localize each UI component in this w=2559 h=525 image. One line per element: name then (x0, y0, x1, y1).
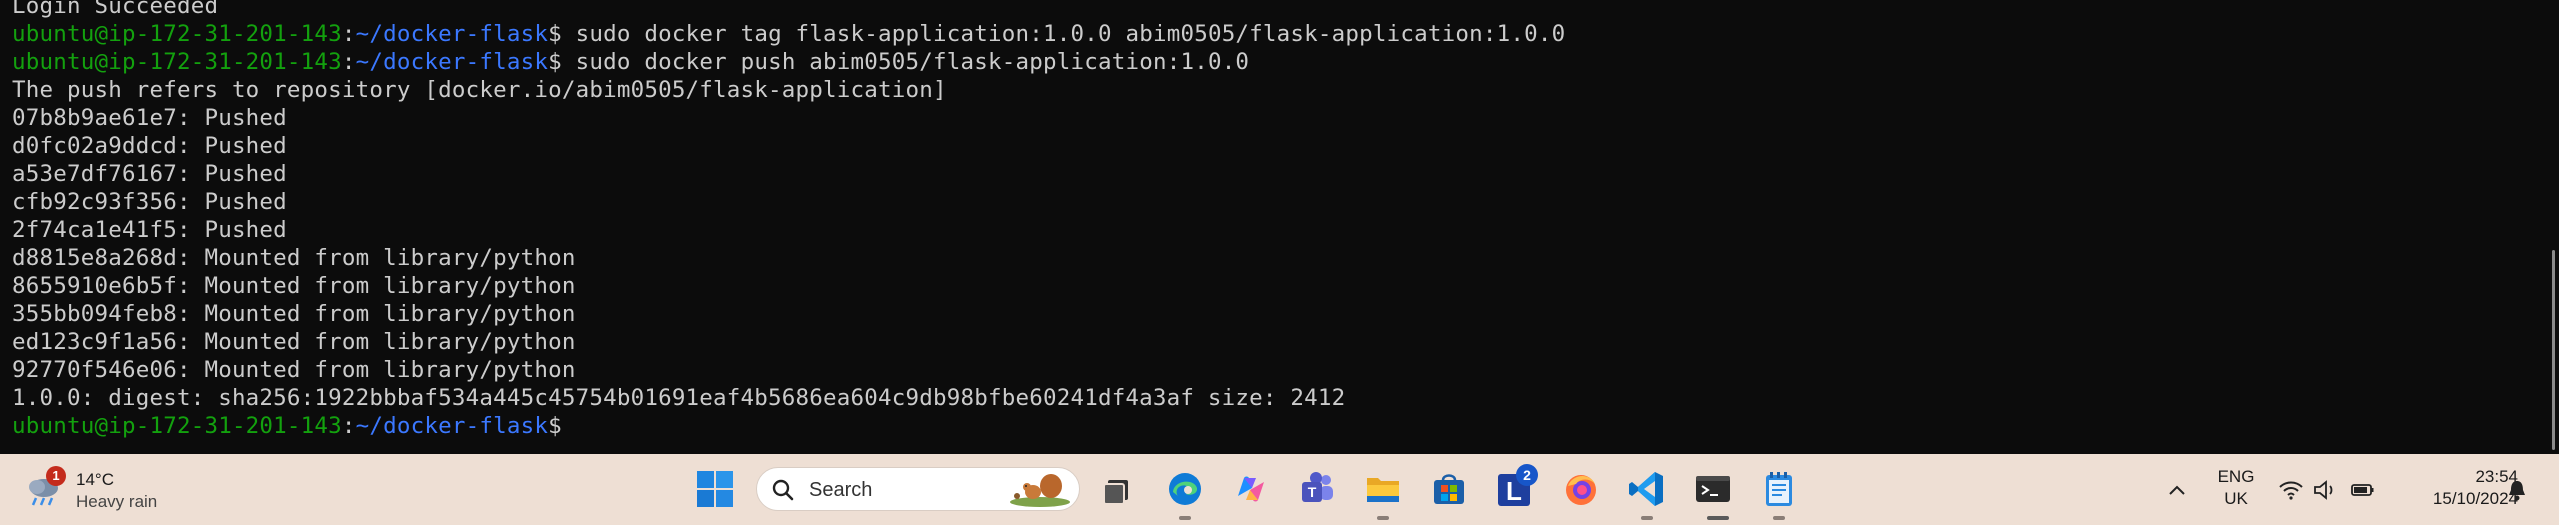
weather-temperature: 14°C (76, 470, 114, 489)
search-input[interactable] (807, 468, 961, 512)
terminal-window[interactable]: Login Succeeded ubuntu@ip-172-31-201-143:… (0, 0, 2559, 454)
terminal-output-line: 92770f546e06: Mounted from library/pytho… (12, 357, 576, 383)
terminal-output-line: d8815e8a268d: Mounted from library/pytho… (12, 245, 576, 271)
prompt-symbol: $ (548, 413, 562, 439)
weather-widget[interactable]: 1 14°C Heavy rain (24, 466, 204, 514)
file-explorer-running-indicator (1377, 516, 1389, 520)
language-region: UK (2224, 489, 2248, 508)
terminal-prompt-line: ubuntu@ip-172-31-201-143:~/docker-flask$… (12, 20, 2532, 48)
notification-bell-icon[interactable] (2506, 478, 2528, 502)
terminal-output[interactable]: Login Succeeded ubuntu@ip-172-31-201-143:… (12, 0, 2532, 440)
edge-running-indicator (1179, 516, 1191, 520)
terminal-output-line: 8655910e6b5f: Mounted from library/pytho… (12, 273, 576, 299)
terminal-output-line: d0fc02a9ddcd: Pushed (12, 133, 287, 159)
wifi-icon[interactable] (2278, 478, 2304, 502)
prompt-symbol: $ (548, 21, 562, 47)
terminal-output-line: 07b8b9ae61e7: Pushed (12, 105, 287, 131)
clock-date: 15/10/2024 (2432, 489, 2518, 508)
file-explorer-icon[interactable] (1362, 468, 1404, 510)
terminal-active-indicator (1707, 516, 1729, 520)
terminal-output-line: 2f74ca1e41f5: Pushed (12, 217, 287, 243)
taskbar-search-box[interactable] (756, 467, 1080, 512)
search-highlight-squirrel-icon (1010, 474, 1070, 507)
language-indicator[interactable]: ENG UK (2208, 466, 2264, 510)
weather-description: Heavy rain (76, 492, 158, 511)
search-icon (772, 479, 794, 501)
terminal-scrollbar[interactable] (2549, 0, 2559, 454)
prompt-path: ~/docker-flask (355, 49, 549, 75)
terminal-output-line: a53e7df76167: Pushed (12, 161, 287, 187)
prompt-user-host: ubuntu@ip-172-31-201-143 (12, 49, 342, 75)
microsoft-store-icon[interactable] (1428, 468, 1470, 510)
prompt-user-host: ubuntu@ip-172-31-201-143 (12, 21, 342, 47)
taskbar: 1 14°C Heavy rain Search T L 2 ENG UK 23… (0, 454, 2559, 525)
copilot-icon[interactable] (1230, 468, 1272, 510)
terminal-output-line: 355bb094feb8: Mounted from library/pytho… (12, 301, 576, 327)
prompt-symbol: $ (548, 49, 562, 75)
terminal-prompt-line: ubuntu@ip-172-31-201-143:~/docker-flask$ (12, 412, 2532, 440)
prompt-user-host: ubuntu@ip-172-31-201-143 (12, 413, 342, 439)
terminal-prompt-line: ubuntu@ip-172-31-201-143:~/docker-flask$… (12, 48, 2532, 76)
vscode-running-indicator (1641, 516, 1653, 520)
svg-text:T: T (1308, 484, 1317, 500)
chevron-up-icon[interactable] (2166, 480, 2188, 500)
scrollbar-thumb[interactable] (2552, 250, 2555, 450)
terminal-output-line: Login Succeeded (12, 0, 219, 19)
battery-icon[interactable] (2350, 478, 2376, 502)
edge-browser-icon[interactable] (1164, 468, 1206, 510)
terminal-output-line: cfb92c93f356: Pushed (12, 189, 287, 215)
notepad-icon[interactable] (1758, 468, 1800, 510)
task-view-icon[interactable] (1098, 468, 1140, 510)
command-text: sudo docker push abim0505/flask-applicat… (561, 49, 1250, 75)
language-code: ENG (2217, 467, 2255, 486)
command-text: sudo docker tag flask-application:1.0.0 … (561, 21, 1566, 47)
prompt-path: ~/docker-flask (355, 413, 549, 439)
terminal-output-line: ed123c9f1a56: Mounted from library/pytho… (12, 329, 576, 355)
terminal-icon[interactable] (1692, 468, 1734, 510)
weather-badge: 1 (46, 466, 66, 486)
system-clock[interactable]: 23:54 15/10/2024 (2420, 466, 2518, 510)
prompt-separator: : (341, 21, 356, 47)
terminal-output-line: The push refers to repository [docker.io… (12, 77, 947, 103)
prompt-separator: : (341, 49, 356, 75)
terminal-output-line: 1.0.0: digest: sha256:1922bbbaf534a445c4… (12, 385, 1346, 411)
notepad-running-indicator (1773, 516, 1785, 520)
prompt-path: ~/docker-flask (355, 21, 549, 47)
l-app-badge: 2 (1516, 464, 1538, 486)
teams-icon[interactable]: T (1296, 468, 1338, 510)
vscode-icon[interactable] (1626, 468, 1668, 510)
windows-start-icon[interactable] (696, 470, 734, 508)
clock-time: 23:54 (2475, 467, 2518, 486)
firefox-icon[interactable] (1560, 468, 1602, 510)
speaker-icon[interactable] (2312, 478, 2338, 502)
prompt-separator: : (341, 413, 356, 439)
